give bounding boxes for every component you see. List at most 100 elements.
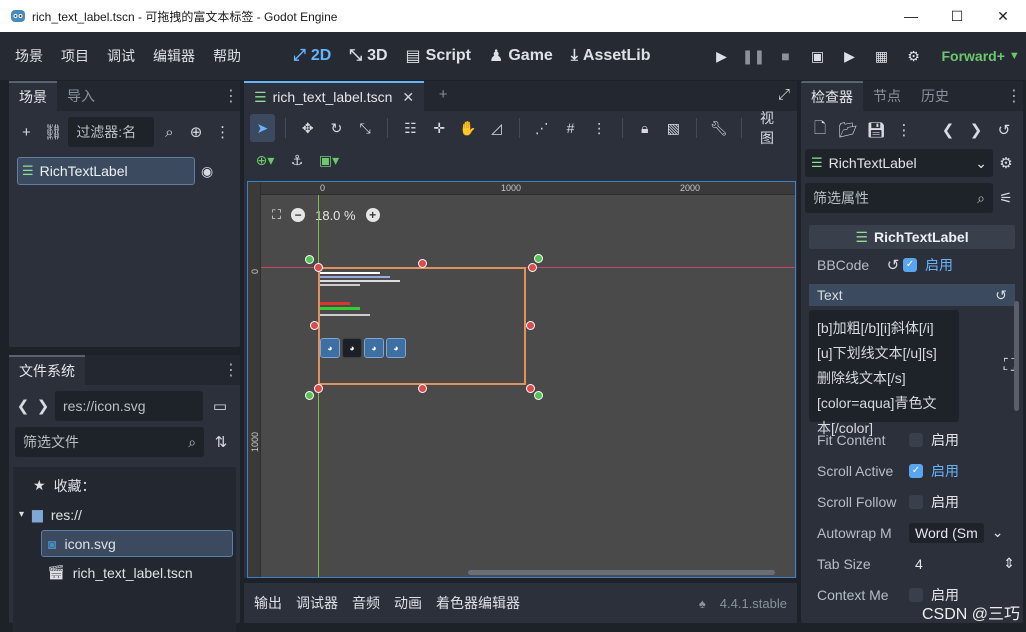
selection-box[interactable] [318,267,526,385]
zoom-level[interactable]: 18.0 % [315,208,355,223]
layout-presets-icon[interactable]: ▣▾ [314,146,344,174]
zoom-reset-icon[interactable]: ⛶ [272,207,281,223]
view-menu[interactable]: 视图 [752,108,791,148]
close-icon[interactable]: ✕ [402,89,414,106]
tab-debugger[interactable]: 调试器 [296,593,338,613]
list-item[interactable]: ◙ icon.svg [13,529,236,558]
menu-scene[interactable]: 场景 [6,46,52,66]
resize-handle[interactable] [310,321,319,330]
movie-maker-icon[interactable]: ⚙ [897,48,929,65]
chevron-right-icon[interactable]: ❯ [963,117,989,143]
renderer-selector[interactable]: Forward+ [941,48,1004,64]
checkbox[interactable]: ✓ [903,257,917,272]
open-folder-icon[interactable]: 📂︎ [835,117,861,143]
bone-icon[interactable]: 🔧︎ [706,114,731,142]
sort-icon[interactable]: ⇅ [208,429,234,455]
resize-handle[interactable] [418,384,427,393]
resize-handle[interactable] [526,321,535,330]
scene-node-richtextlabel[interactable]: ☰ RichTextLabel [17,157,195,185]
history-icon[interactable]: ↺ [991,117,1017,143]
text-editor[interactable]: [b]加粗[/b][i]斜体[/i] [u]下划线文本[/u][s] 删除线文本… [809,310,959,436]
tab-scene[interactable]: 场景 [9,81,57,111]
revert-icon[interactable]: ↺ [883,252,903,278]
pan-icon[interactable]: ✋ [456,114,481,142]
menu-editor[interactable]: 编辑器 [144,46,204,66]
canvas-viewport[interactable]: 0 1000 2000 0 1000 ⛶ − 18.0 % + ◕ ◕ ◕ ◕ [247,181,796,578]
anchor-icon[interactable]: ⚓ [282,146,312,174]
revert-icon[interactable]: ↺ [995,287,1007,304]
filter-settings-icon[interactable]: ⚟ [993,185,1019,211]
autowrap-dropdown[interactable]: Word (Sm [909,522,984,543]
spinner-arrows-icon[interactable]: ⇕ [1003,555,1015,572]
maximize-button[interactable]: ☐ [934,0,980,32]
rotate-tool-icon[interactable]: ↻ [324,114,349,142]
tab-inspector[interactable]: 检查器 [801,81,863,111]
stop-icon[interactable]: ■ [769,48,801,65]
select-tool-icon[interactable]: ➤ [250,114,275,142]
workspace-game-button[interactable]: ♟ Game [480,46,562,66]
workspace-2d-button[interactable]: ⤢ 2D [284,46,340,66]
smart-snap-icon[interactable]: ⋰ [530,114,555,142]
chevron-left-icon[interactable]: ❮ [935,117,961,143]
object-selector[interactable]: ☰ RichTextLabel ⌄ [805,149,993,177]
play-scene-icon[interactable]: ▶ [833,48,865,65]
save-icon[interactable]: 💾︎ [863,117,889,143]
minimize-button[interactable]: — [888,0,934,32]
attach-script-icon[interactable]: ⊕ [185,119,208,145]
resize-handle[interactable] [314,263,323,272]
tree-res-root[interactable]: ▾ ▆ res:// [13,500,236,529]
play-custom-scene-icon[interactable]: ▦ [865,48,897,65]
kebab-menu-icon[interactable]: ⋮ [222,355,240,385]
tab-output[interactable]: 输出 [254,593,282,613]
pivot-icon[interactable]: ✛ [427,114,452,142]
property-value[interactable]: 启用 [909,492,1015,512]
scale-tool-icon[interactable]: ⤡ [353,114,378,142]
path-input[interactable]: res://icon.svg [55,391,203,421]
property-filter-input[interactable]: 筛选属性 ⌕ [805,183,993,213]
add-child-icon[interactable]: ⊕▾ [250,146,280,174]
kebab-menu-icon[interactable]: ⋮ [1005,81,1023,111]
anchor-handle[interactable] [534,254,543,263]
group-icon[interactable]: ▧ [661,114,686,142]
workspace-assetlib-button[interactable]: ⤓ AssetLib [562,46,660,66]
resize-handle[interactable] [526,384,535,393]
tab-history[interactable]: 历史 [911,81,959,111]
ruler-icon[interactable]: ◿ [484,114,509,142]
split-view-icon[interactable]: ▭ [207,393,233,419]
horizontal-scrollbar[interactable] [468,570,775,575]
workspace-3d-button[interactable]: ⤡ 3D [340,46,396,66]
lock-icon[interactable]: 🔒︎ [632,114,657,142]
kebab-menu-icon[interactable]: ⋮ [222,81,240,111]
grid-snap-icon[interactable]: # [558,114,583,142]
property-value[interactable]: ✓ 启用 [903,255,1015,275]
property-value[interactable]: Word (Sm ⌄ [909,522,1015,543]
list-select-icon[interactable]: ☷ [398,114,423,142]
checkbox[interactable] [909,494,923,509]
kebab-menu-icon[interactable]: ⋮ [211,119,234,145]
tab-animation[interactable]: 动画 [394,593,422,613]
property-value[interactable]: 4 ⇕ [909,555,1015,572]
version-label[interactable]: 4.4.1.stable [720,596,787,611]
checkbox[interactable] [909,587,923,602]
menu-debug[interactable]: 调试 [98,46,144,66]
tab-import[interactable]: 导入 [57,81,105,111]
scene-filter-input[interactable]: 过滤器:名 [68,117,155,147]
link-icon[interactable]: ⛓ [42,119,65,145]
tree-favorites[interactable]: ★ 收藏： [13,471,236,500]
new-resource-icon[interactable]: 🗋︎ [807,117,833,143]
pause-icon[interactable]: ❚❚ [737,48,769,65]
add-node-icon[interactable]: + [15,119,38,145]
text-section[interactable]: Text ↺ [809,284,1015,306]
play-icon[interactable]: ▶ [705,48,737,65]
file-icon-svg[interactable]: ◙ icon.svg [41,530,233,557]
workspace-script-button[interactable]: ▤ Script [397,46,480,66]
close-button[interactable]: ✕ [980,0,1026,32]
visibility-eye-icon[interactable]: ◉ [201,163,213,180]
resize-handle[interactable] [314,384,323,393]
tab-filesystem[interactable]: 文件系统 [9,355,85,385]
kebab-menu-icon[interactable]: ⋮ [891,117,917,143]
zoom-in-icon[interactable]: + [365,208,380,222]
inspector-scrollbar[interactable] [1014,301,1019,411]
zoom-out-icon[interactable]: − [291,208,306,222]
anchor-handle[interactable] [534,391,543,400]
